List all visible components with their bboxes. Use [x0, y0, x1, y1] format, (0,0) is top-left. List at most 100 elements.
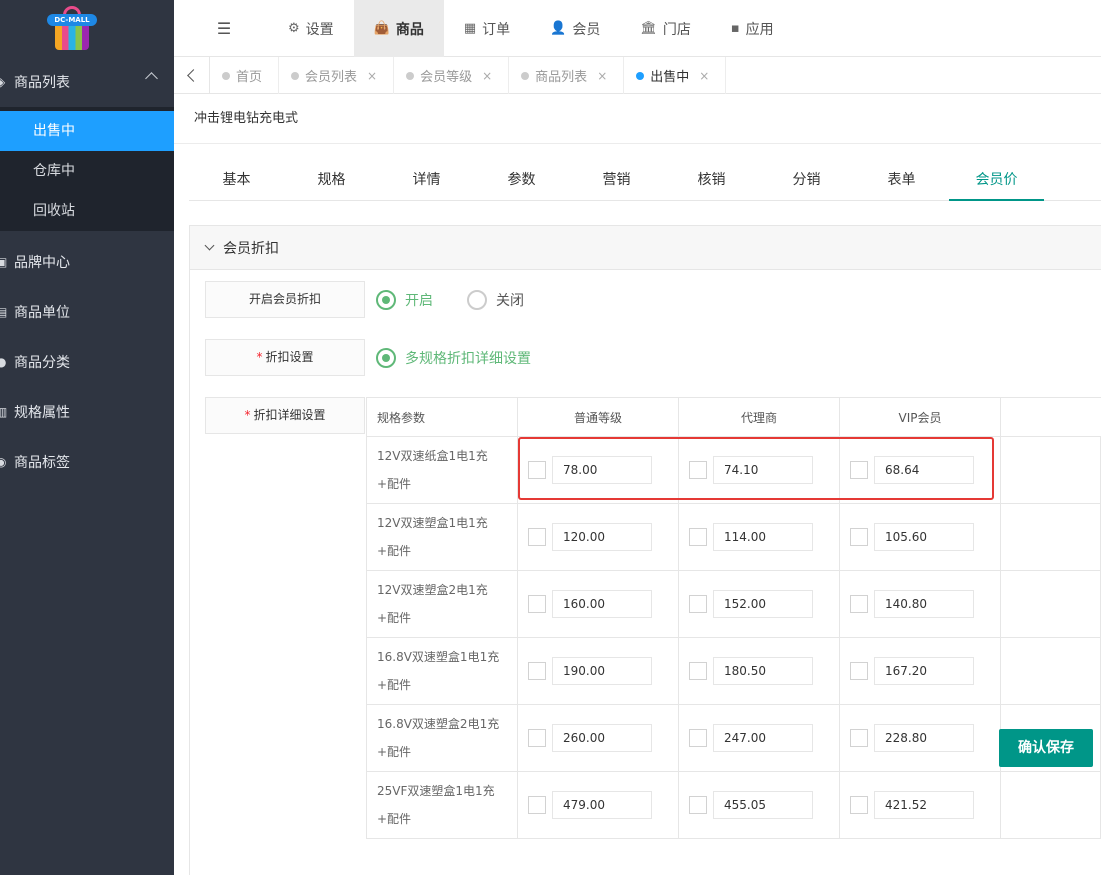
price-checkbox[interactable]	[850, 528, 868, 546]
discount-detail-label: * 折扣详细设置	[205, 397, 365, 434]
nav-products[interactable]: 👜 商品	[353, 0, 444, 57]
price-checkbox[interactable]	[689, 796, 707, 814]
price-checkbox[interactable]	[850, 461, 868, 479]
tab-spec[interactable]: 规格	[284, 164, 379, 201]
price-input[interactable]: 260.00	[552, 724, 652, 752]
panel-header[interactable]: 会员折扣	[190, 226, 1101, 270]
price-cell: 247.00	[678, 704, 840, 772]
radio-multi-spec[interactable]	[376, 348, 396, 368]
radio-disable[interactable]	[467, 290, 487, 310]
radio-multi-spec-label[interactable]: 多规格折扣详细设置	[405, 348, 531, 368]
dc-mall-logo[interactable]: DC-MALL	[47, 5, 97, 52]
sidebar-item-recycle-bin[interactable]: 回收站	[0, 191, 174, 231]
user-icon: 👤	[550, 21, 567, 36]
tab-basic[interactable]: 基本	[189, 164, 284, 201]
radio-enable-label[interactable]: 开启	[405, 290, 433, 310]
price-checkbox[interactable]	[528, 662, 546, 680]
price-cell: 120.00	[517, 503, 679, 571]
close-icon[interactable]: ×	[597, 69, 607, 83]
price-checkbox[interactable]	[528, 461, 546, 479]
price-checkbox[interactable]	[689, 662, 707, 680]
tabs-scroll-left-button[interactable]	[174, 57, 210, 94]
col-header-filler	[1000, 397, 1101, 437]
chevron-down-icon	[204, 240, 215, 251]
tab-distribution[interactable]: 分销	[759, 164, 854, 201]
price-cell-inner: 260.00	[518, 724, 678, 752]
price-input[interactable]: 247.00	[713, 724, 813, 752]
price-input[interactable]: 120.00	[552, 523, 652, 551]
nav-orders[interactable]: ▦ 订单	[444, 0, 530, 57]
close-icon[interactable]: ×	[699, 69, 709, 83]
tab-member-price[interactable]: 会员价	[949, 164, 1044, 201]
price-input[interactable]: 152.00	[713, 590, 813, 618]
page-tab-product-list[interactable]: 商品列表 ×	[509, 57, 625, 94]
logo-text: DC-MALL	[47, 13, 97, 26]
tab-dot-icon	[521, 72, 530, 80]
close-icon[interactable]: ×	[482, 69, 492, 83]
tab-params[interactable]: 参数	[474, 164, 569, 201]
sidebar-item-product-tags[interactable]: ◉ 商品标签	[0, 437, 174, 487]
price-input[interactable]: 479.00	[552, 791, 652, 819]
price-input[interactable]: 190.00	[552, 657, 652, 685]
sidebar-item-spec-attributes[interactable]: ▥ 规格属性	[0, 387, 174, 437]
nav-settings[interactable]: ⚙ 设置	[274, 0, 354, 57]
price-checkbox[interactable]	[528, 796, 546, 814]
price-input[interactable]: 421.52	[874, 791, 974, 819]
tab-detail[interactable]: 详情	[379, 164, 474, 201]
sidebar-item-product-unit[interactable]: ▤ 商品单位	[0, 287, 174, 337]
tab-verification[interactable]: 核销	[664, 164, 759, 201]
price-checkbox[interactable]	[689, 528, 707, 546]
price-cell: 152.00	[678, 570, 840, 638]
price-checkbox[interactable]	[689, 461, 707, 479]
page-tab-member-level[interactable]: 会员等级 ×	[394, 57, 510, 94]
price-input[interactable]: 78.00	[552, 456, 652, 484]
price-input[interactable]: 140.80	[874, 590, 974, 618]
sidebar-toggle-button[interactable]: ☰	[174, 0, 274, 57]
tab-form[interactable]: 表单	[854, 164, 949, 201]
tab-marketing[interactable]: 营销	[569, 164, 664, 201]
price-checkbox[interactable]	[528, 595, 546, 613]
price-cell: 260.00	[517, 704, 679, 772]
page-tab-on-sale[interactable]: 出售中 ×	[624, 57, 727, 94]
table-row: 25VF双速塑盒1电1充+配件 479.00 455.05 421.52	[366, 771, 1101, 839]
sidebar-item-label: 商品单位	[14, 305, 70, 321]
price-checkbox[interactable]	[850, 662, 868, 680]
page-tab-member-list[interactable]: 会员列表 ×	[279, 57, 395, 94]
price-checkbox[interactable]	[689, 595, 707, 613]
sidebar-item-on-sale[interactable]: 出售中	[0, 111, 174, 151]
price-input[interactable]: 74.10	[713, 456, 813, 484]
price-input[interactable]: 114.00	[713, 523, 813, 551]
radio-enable[interactable]	[376, 290, 396, 310]
gears-icon: ⚙	[288, 21, 300, 36]
sidebar-item-warehouse[interactable]: 仓库中	[0, 151, 174, 191]
price-checkbox[interactable]	[528, 528, 546, 546]
nav-apps[interactable]: ▪ 应用	[711, 0, 794, 57]
price-cell: 228.80	[839, 704, 1001, 772]
sidebar-group-product-list[interactable]: ◈ 商品列表	[0, 57, 174, 107]
price-checkbox[interactable]	[850, 796, 868, 814]
confirm-save-button[interactable]: 确认保存	[999, 729, 1093, 767]
price-checkbox[interactable]	[528, 729, 546, 747]
price-input[interactable]: 68.64	[874, 456, 974, 484]
nav-members[interactable]: 👤 会员	[530, 0, 620, 57]
sidebar-item-product-category[interactable]: ● 商品分类	[0, 337, 174, 387]
price-input[interactable]: 180.50	[713, 657, 813, 685]
unit-icon: ▤	[0, 305, 8, 319]
sidebar-item-brand-center[interactable]: ▣ 品牌中心	[0, 237, 174, 287]
price-checkbox[interactable]	[850, 729, 868, 747]
table-row: 12V双速塑盒2电1充+配件 160.00 152.00 140.80	[366, 570, 1101, 638]
price-checkbox[interactable]	[689, 729, 707, 747]
close-icon[interactable]: ×	[367, 69, 377, 83]
price-input[interactable]: 167.20	[874, 657, 974, 685]
nav-stores[interactable]: 🏛 门店	[620, 0, 711, 57]
nav-label: 应用	[745, 21, 774, 38]
price-input[interactable]: 455.05	[713, 791, 813, 819]
radio-disable-label[interactable]: 关闭	[496, 290, 524, 310]
tab-dot-icon	[636, 72, 645, 80]
price-checkbox[interactable]	[850, 595, 868, 613]
price-input[interactable]: 160.00	[552, 590, 652, 618]
required-mark: *	[256, 350, 263, 364]
price-input[interactable]: 228.80	[874, 724, 974, 752]
page-tab-home[interactable]: 首页	[210, 57, 280, 94]
price-input[interactable]: 105.60	[874, 523, 974, 551]
